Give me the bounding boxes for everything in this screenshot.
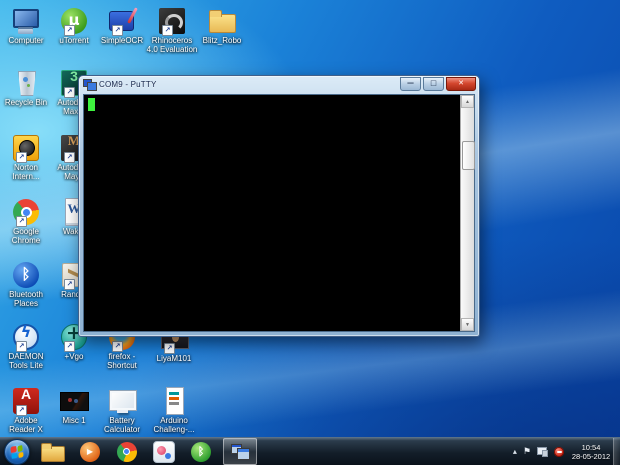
window-titlebar[interactable]: COM9 - PuTTY — □ ✕ [79, 76, 479, 93]
desktop-icon-misc-1[interactable]: Misc 1 [50, 386, 98, 426]
icon-label: Battery Calculator [98, 417, 146, 434]
chrome-icon [117, 442, 137, 462]
putty-window: COM9 - PuTTY — □ ✕ ▲ ▼ [78, 75, 480, 337]
hidden-icons-chevron-icon[interactable]: ▴ [513, 447, 517, 456]
terminal-cursor [88, 98, 95, 111]
show-desktop-button[interactable] [613, 438, 620, 465]
screen: Computer uTorrent SimpleOCR Rhinoceros 4… [0, 0, 620, 465]
putty-icon [231, 444, 249, 459]
shortcut-arrow-icon [16, 152, 27, 163]
network-icon[interactable] [537, 447, 548, 457]
maximize-button[interactable]: □ [423, 77, 444, 91]
shortcut-arrow-icon [64, 87, 75, 98]
icon-label: firefox - Shortcut [98, 353, 146, 370]
taskbar[interactable]: ▶ ᛒ ▴ ⚑ 10:54 28-05-2012 [0, 437, 620, 465]
arduino-file-icon [159, 386, 189, 416]
shortcut-arrow-icon [16, 405, 27, 416]
icon-label: Bluetooth Places [2, 291, 50, 308]
scrollbar-thumb[interactable] [462, 141, 475, 170]
desktop-icon-recycle-bin[interactable]: Recycle Bin [2, 68, 50, 108]
taskbar-item-bluetooth[interactable]: ᛒ [186, 439, 216, 464]
icon-label: Google Chrome [2, 228, 50, 245]
shortcut-arrow-icon [64, 25, 75, 36]
desktop-surface[interactable]: Computer uTorrent SimpleOCR Rhinoceros 4… [0, 0, 620, 438]
icon-label: uTorrent [50, 37, 98, 46]
icon-label: Misc 1 [50, 417, 98, 426]
desktop-icon-rhinoceros[interactable]: Rhinoceros 4.0 Evaluation [146, 6, 198, 54]
icon-label: Recycle Bin [2, 99, 50, 108]
shortcut-arrow-icon [64, 279, 75, 290]
window-controls: — □ ✕ [400, 77, 476, 91]
utorrent-icon [59, 6, 89, 36]
play-icon: ▶ [80, 442, 100, 462]
terminal-scrollbar[interactable]: ▲ ▼ [460, 95, 474, 331]
desktop-icon-blitz-robo[interactable]: Blitz_Robo [198, 6, 246, 46]
icon-label: +Vgo [50, 353, 98, 362]
scroll-up-icon[interactable]: ▲ [461, 95, 474, 108]
shortcut-arrow-icon [112, 25, 123, 36]
taskbar-item-media-player[interactable]: ▶ [75, 439, 105, 464]
icon-label: SimpleOCR [98, 37, 146, 46]
video-file-icon [59, 386, 89, 416]
shortcut-arrow-icon [16, 216, 27, 227]
norton-icon [11, 133, 41, 163]
desktop-icon-simpleocr[interactable]: SimpleOCR [98, 6, 146, 46]
windows-orb-icon [4, 439, 30, 465]
shortcut-arrow-icon [164, 343, 175, 354]
rhinoceros-icon [157, 6, 187, 36]
bluetooth-icon [11, 260, 41, 290]
recycle-bin-icon [11, 68, 41, 98]
taskbar-item-explorer[interactable] [38, 439, 68, 464]
bluetooth-icon: ᛒ [191, 442, 211, 462]
calculator-icon [107, 386, 137, 416]
icon-label: LiyaM101 [150, 355, 198, 364]
terminal-screen[interactable]: ▲ ▼ [83, 94, 475, 332]
scroll-down-icon[interactable]: ▼ [461, 318, 474, 331]
close-button[interactable]: ✕ [446, 77, 476, 91]
desktop-icon-utorrent[interactable]: uTorrent [50, 6, 98, 46]
desktop-icon-adobe-reader[interactable]: Adobe Reader X [2, 386, 50, 434]
taskbar-clock[interactable]: 10:54 28-05-2012 [570, 443, 612, 461]
shortcut-arrow-icon [64, 341, 75, 352]
taskbar-item-media-app[interactable] [149, 439, 179, 464]
desktop-icon-computer[interactable]: Computer [2, 6, 50, 46]
simpleocr-icon [107, 6, 137, 36]
icon-label: Rhinoceros 4.0 Evaluation [146, 37, 198, 54]
icon-label: Computer [2, 37, 50, 46]
icon-label: Norton Intern... [2, 164, 50, 181]
icon-label: Adobe Reader X [2, 417, 50, 434]
clock-date: 28-05-2012 [570, 452, 612, 461]
shortcut-arrow-icon [64, 152, 75, 163]
clock-time: 10:54 [570, 443, 612, 452]
shortcut-arrow-icon [162, 25, 173, 36]
taskbar-item-chrome[interactable] [112, 439, 142, 464]
chrome-icon [11, 197, 41, 227]
system-tray: ▴ ⚑ 10:54 28-05-2012 [513, 438, 612, 465]
adobe-reader-icon [11, 386, 41, 416]
desktop-icon-norton[interactable]: Norton Intern... [2, 133, 50, 181]
shortcut-arrow-icon [16, 341, 27, 352]
folder-icon [207, 6, 237, 36]
desktop-icon-bluetooth-places[interactable]: Bluetooth Places [2, 260, 50, 308]
window-title: COM9 - PuTTY [99, 80, 400, 89]
explorer-folder-icon [41, 442, 65, 461]
minimize-button[interactable]: — [400, 77, 421, 91]
media-app-icon [153, 441, 175, 463]
daemon-tools-icon [11, 322, 41, 352]
icon-label: Blitz_Robo [198, 37, 246, 46]
status-alert-icon[interactable] [554, 447, 564, 457]
shortcut-arrow-icon [112, 341, 123, 352]
desktop-icon-daemon-tools[interactable]: DAEMON Tools Lite [2, 322, 50, 370]
action-center-flag-icon[interactable]: ⚑ [523, 446, 531, 457]
desktop-icon-chrome[interactable]: Google Chrome [2, 197, 50, 245]
taskbar-item-putty-active[interactable] [223, 438, 257, 465]
windows-flag-icon [10, 445, 24, 459]
icon-label: DAEMON Tools Lite [2, 353, 50, 370]
start-button[interactable] [0, 438, 34, 465]
icon-label: Arduino Challeng-... [148, 417, 200, 434]
computer-icon [11, 6, 41, 36]
desktop-icon-arduino-challenge[interactable]: Arduino Challeng-... [148, 386, 200, 434]
desktop-icon-battery-calculator[interactable]: Battery Calculator [98, 386, 146, 434]
putty-icon [83, 79, 96, 91]
